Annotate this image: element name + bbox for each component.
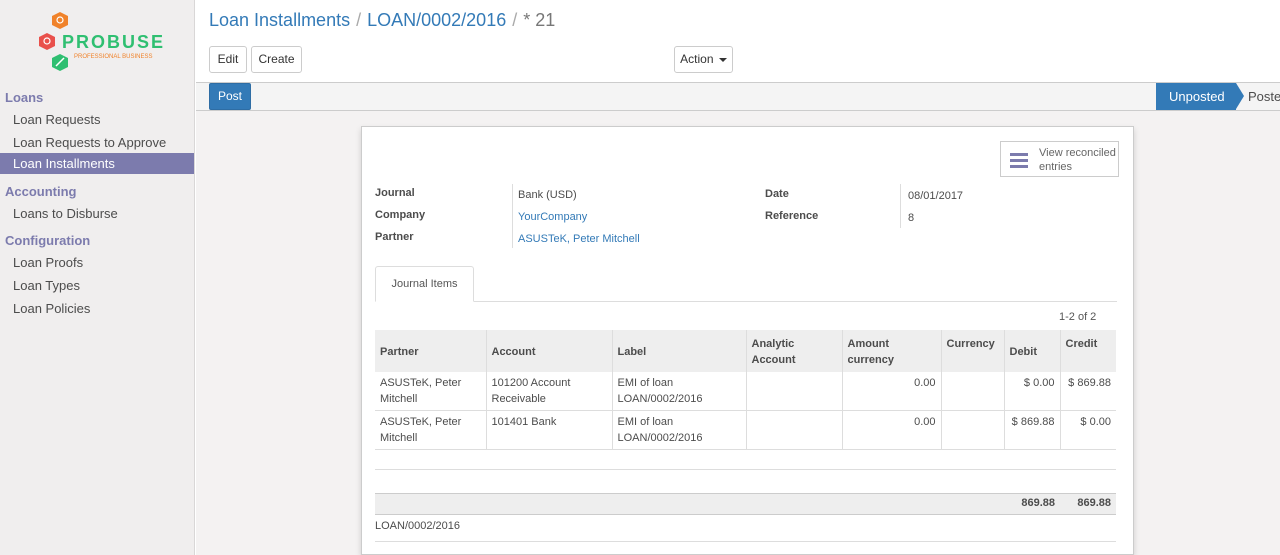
journal-items-table: Partner Account Label Analytic Account A… [375,330,1116,450]
tab-underline [375,301,1117,302]
stage-arrow-icon [1236,83,1244,109]
date-value: 08/01/2017 [908,190,964,202]
post-button[interactable]: Post [209,83,251,110]
menu-item-loan-policies[interactable]: Loan Policies [0,298,194,319]
view-reconciled-entries-button[interactable]: View reconciled entries [1000,141,1119,177]
narration: LOAN/0002/2016 [375,520,461,532]
field-divider [900,184,901,228]
breadcrumb-loan[interactable]: LOAN/0002/2016 [367,10,506,30]
table-divider [375,469,1116,470]
reference-value: 8 [908,212,915,224]
menu-item-loan-types[interactable]: Loan Types [0,275,194,296]
breadcrumb-loan-installments[interactable]: Loan Installments [209,10,350,30]
cell-account: 101200 Account Receivable [485,372,612,411]
cell-partner: ASUSTeK, Peter Mitchell [375,410,486,450]
brand-logo[interactable]: PROBUSE PROFESSIONAL BUSINESS [36,10,166,76]
partner-link[interactable]: ASUSTeK, Peter Mitchell [518,233,640,245]
company-label: Company [375,209,426,221]
edit-button[interactable]: Edit [209,46,247,73]
menu-section-configuration: Configuration [5,233,91,248]
col-partner[interactable]: Partner [375,330,486,372]
cell-analytic [745,372,842,411]
cell-analytic [745,410,842,450]
smart-button-line1: View reconciled [1039,147,1116,159]
table-row[interactable]: ASUSTeK, Peter Mitchell 101401 Bank EMI o… [375,410,1116,450]
reference-label: Reference [765,210,819,222]
company-link[interactable]: YourCompany [518,211,587,223]
statusbar [196,82,1280,111]
cell-account: 101401 Bank [485,410,612,450]
cell-credit: $ 869.88 [1059,372,1116,411]
col-account[interactable]: Account [485,330,612,372]
journal-label: Journal [375,187,415,199]
create-button[interactable]: Create [251,46,302,73]
menu-section-loans: Loans [5,90,44,105]
narration-divider [375,541,1116,542]
col-debit[interactable]: Debit [1003,330,1060,372]
breadcrumb-current: * 21 [523,10,556,30]
table-row[interactable]: ASUSTeK, Peter Mitchell 101200 Account Rec… [375,372,1116,411]
breadcrumb-separator: / [356,10,362,30]
stage-posted[interactable]: Posted [1248,83,1280,110]
journal-value: Bank (USD) [518,189,577,201]
col-amount-currency[interactable]: Amount currency [841,330,941,372]
menu-item-loan-proofs[interactable]: Loan Proofs [0,252,194,273]
cell-amount: 0.00 [841,410,941,450]
cell-label: EMI of loan LOAN/0002/2016 [611,372,746,411]
cell-partner: ASUSTeK, Peter Mitchell [375,372,486,411]
stage-unposted[interactable]: Unposted [1156,83,1236,110]
col-analytic-account[interactable]: Analytic Account [745,330,842,372]
sidebar: PROBUSE PROFESSIONAL BUSINESS Loans Loan… [0,0,195,555]
date-label: Date [765,188,789,200]
tab-journal-items[interactable]: Journal Items [375,266,474,302]
pager: 1-2 of 2 [1059,311,1097,323]
cell-label: EMI of loan LOAN/0002/2016 [611,410,746,450]
brand-tagline: PROFESSIONAL BUSINESS [74,54,152,60]
menu-item-loan-requests[interactable]: Loan Requests [0,109,194,130]
cell-credit: $ 0.00 [1059,410,1116,450]
total-debit: 869.88 [1021,497,1055,509]
brand-name: PROBUSE [62,32,165,52]
partner-label: Partner [375,231,414,243]
total-credit: 869.88 [1077,497,1111,509]
cell-debit: $ 869.88 [1003,410,1060,450]
cell-currency [940,372,1004,411]
table-header-row: Partner Account Label Analytic Account A… [375,330,1116,372]
col-analytic-line1: Analytic [751,338,795,350]
bars-icon [1010,153,1028,171]
menu-item-loan-requests-to-approve[interactable]: Loan Requests to Approve [0,132,194,153]
action-dropdown[interactable]: Action [674,46,733,73]
menu-item-loans-to-disburse[interactable]: Loans to Disburse [0,203,194,224]
action-label: Action [680,52,714,66]
field-divider [512,184,513,248]
cell-debit: $ 0.00 [1003,372,1060,411]
cell-amount: 0.00 [841,372,941,411]
breadcrumb-separator: / [512,10,518,30]
col-label[interactable]: Label [611,330,746,372]
breadcrumb: Loan Installments / LOAN/0002/2016/* 21 [209,8,555,32]
cell-currency [940,410,1004,450]
caret-down-icon [718,57,727,62]
menu-item-loan-installments[interactable]: Loan Installments [0,153,194,174]
col-credit[interactable]: Credit [1059,330,1116,372]
col-currency[interactable]: Currency [940,330,1004,372]
smart-button-line2: entries [1039,161,1073,173]
col-analytic-line2: Account [751,354,796,366]
col-amount-line1: Amount [847,338,890,350]
menu-section-accounting: Accounting [5,184,77,199]
col-amount-line2: currency [847,354,894,366]
table-totals-row: 869.88 869.88 [375,493,1116,515]
